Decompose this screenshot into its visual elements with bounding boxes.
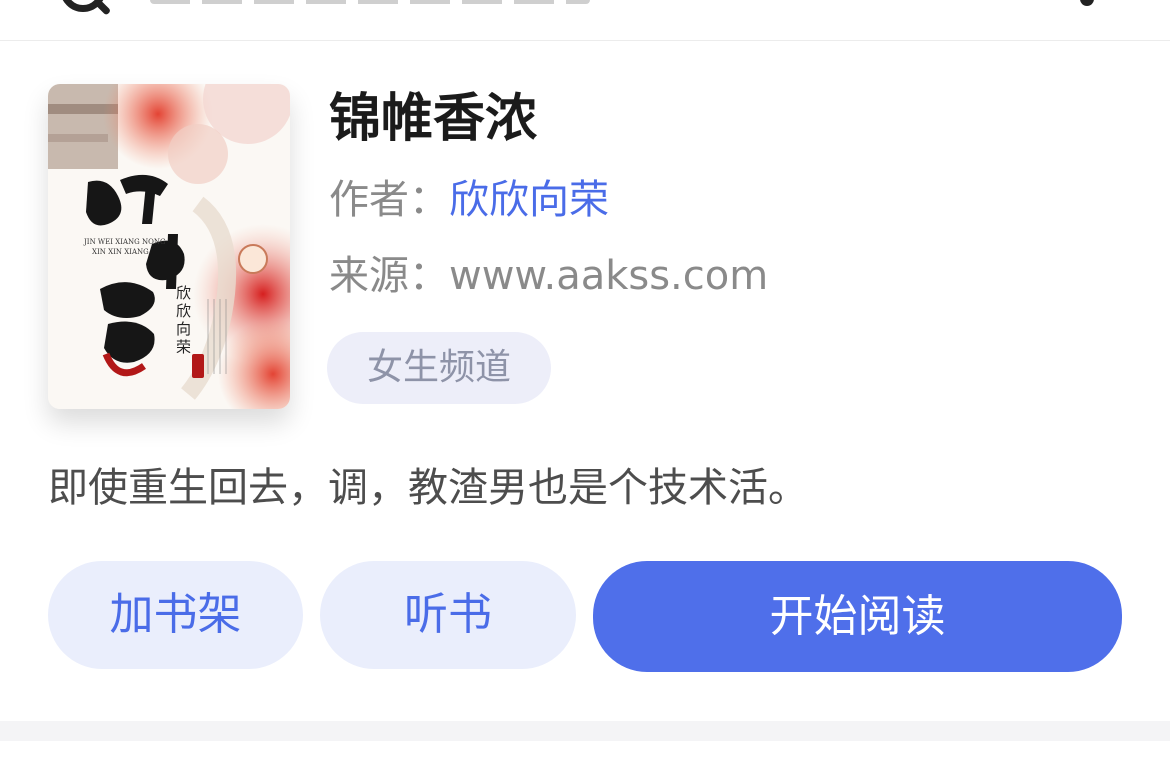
add-to-shelf-button[interactable]: 加书架 (48, 561, 303, 669)
book-title: 锦帷香浓 (329, 89, 538, 149)
author-row: 作者：欣欣向荣 (329, 174, 609, 226)
cover-pinyin-2: XIN XIN XIANG (92, 248, 149, 256)
search-icon[interactable] (60, 0, 106, 12)
author-link[interactable]: 欣欣向荣 (449, 177, 609, 223)
top-search-bar (0, 0, 1170, 41)
start-reading-button[interactable]: 开始阅读 (593, 561, 1122, 672)
source-row: 来源：www.aakss.com (329, 250, 768, 302)
cover-author-char: 欣 (176, 302, 191, 320)
cover-art: JIN WEI XIANG NONG XIN XIN XIANG 欣欣向荣作品 (48, 84, 290, 409)
listen-button[interactable]: 听书 (320, 561, 576, 669)
author-label: 作者： (329, 177, 449, 223)
book-cover[interactable]: JIN WEI XIANG NONG XIN XIN XIANG 欣欣向荣作品 (48, 84, 290, 409)
book-detail-page: JIN WEI XIANG NONG XIN XIN XIANG 欣欣向荣作品 … (0, 0, 1170, 773)
section-divider (0, 721, 1170, 741)
cover-pinyin-1: JIN WEI XIANG NONG (83, 238, 166, 246)
source-label: 来源： (329, 253, 449, 299)
category-tag[interactable]: 女生频道 (327, 332, 551, 404)
cover-author-char: 向 (176, 320, 191, 338)
source-value: www.aakss.com (449, 253, 769, 299)
search-placeholder[interactable] (150, 0, 590, 4)
cover-author-char: 荣 (176, 338, 191, 356)
cover-author-char: 欣 (176, 284, 191, 302)
book-intro: 即使重生回去，调，教渣男也是个技术活。 (48, 465, 808, 511)
cover-seal (192, 354, 204, 378)
more-icon[interactable] (1080, 0, 1094, 6)
